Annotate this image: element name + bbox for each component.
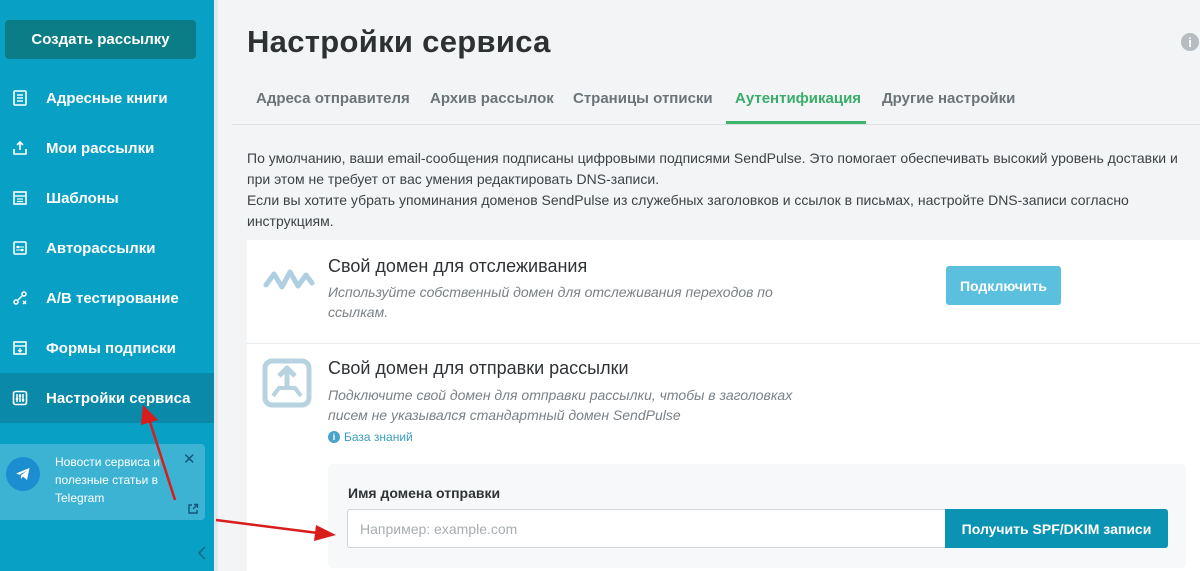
create-campaign-button[interactable]: Создать рассылку: [5, 20, 196, 59]
upload-tray-icon: [262, 358, 312, 408]
collapse-sidebar-chevron-icon[interactable]: [196, 544, 208, 562]
sending-domain-title: Свой домен для отправки рассылки: [328, 358, 629, 378]
page-title: Настройки сервиса: [247, 24, 551, 59]
sending-domain-label: Имя домена отправки: [348, 485, 501, 501]
description-line-1: По умолчанию, ваши email-сообщения подпи…: [247, 150, 1178, 187]
sidebar-item-label: Настройки сервиса: [46, 389, 191, 407]
connect-button[interactable]: Подключить: [946, 266, 1061, 305]
sidebar-item-label: A/B тестирование: [46, 289, 179, 307]
forms-icon: [11, 339, 29, 357]
tab-unsubscribe-pages[interactable]: Страницы отписки: [573, 90, 713, 107]
sidebar-item-label: Формы подписки: [46, 339, 176, 357]
get-spf-dkim-button[interactable]: Получить SPF/DKIM записи: [945, 509, 1168, 548]
sidebar-item-templates[interactable]: Шаблоны: [0, 173, 214, 223]
close-icon[interactable]: ✕: [183, 450, 196, 468]
settings-sliders-icon: [11, 389, 29, 407]
section-divider: [247, 343, 1200, 344]
automation-icon: [11, 239, 29, 257]
ab-test-icon: [11, 289, 29, 307]
telegram-news-text: Новости сервиса и полезные статьи в Tele…: [55, 455, 160, 505]
tracking-wave-icon: [263, 262, 315, 296]
sidebar-item-label: Мои рассылки: [46, 139, 155, 157]
address-book-icon: [11, 89, 29, 107]
tab-campaign-archive[interactable]: Архив рассылок: [430, 90, 554, 107]
sidebar-item-my-campaigns[interactable]: Мои рассылки: [0, 123, 214, 173]
sidebar-item-ab-testing[interactable]: A/B тестирование: [0, 273, 214, 323]
authentication-description: По умолчанию, ваши email-сообщения подпи…: [247, 148, 1192, 232]
sidebar-item-label: Шаблоны: [46, 189, 119, 207]
sending-domain-input[interactable]: [347, 509, 946, 548]
sending-domain-description: Подключите свой домен для отправки рассы…: [328, 387, 793, 423]
tab-sender-addresses[interactable]: Адреса отправителя: [256, 90, 410, 107]
sidebar-item-service-settings[interactable]: Настройки сервиса: [0, 373, 214, 423]
external-link-icon[interactable]: [187, 502, 199, 514]
sidebar-edge: [214, 0, 218, 571]
tab-authentication[interactable]: Аутентификация: [735, 90, 861, 107]
telegram-icon: [6, 457, 40, 491]
templates-icon: [11, 189, 29, 207]
sidebar-item-label: Адресные книги: [46, 89, 168, 107]
tabs-divider: [232, 124, 1200, 125]
tracking-domain-description: Используйте собственный домен для отслеж…: [328, 284, 773, 320]
sidebar-item-address-books[interactable]: Адресные книги: [0, 73, 214, 123]
tracking-domain-title: Свой домен для отслеживания: [328, 256, 588, 276]
info-icon[interactable]: i: [1181, 33, 1199, 51]
knowledge-base-label: База знаний: [344, 430, 413, 444]
tab-other-settings[interactable]: Другие настройки: [882, 90, 1015, 107]
active-tab-indicator: [726, 121, 866, 124]
knowledge-base-link[interactable]: i База знаний: [328, 430, 413, 444]
description-line-2: Если вы хотите убрать упоминания доменов…: [247, 192, 1129, 229]
sidebar-item-automation[interactable]: Авторассылки: [0, 223, 214, 273]
campaigns-icon: [11, 139, 29, 157]
sidebar-item-subscription-forms[interactable]: Формы подписки: [0, 323, 214, 373]
sidebar-item-label: Авторассылки: [46, 239, 156, 257]
info-icon: i: [328, 431, 340, 443]
